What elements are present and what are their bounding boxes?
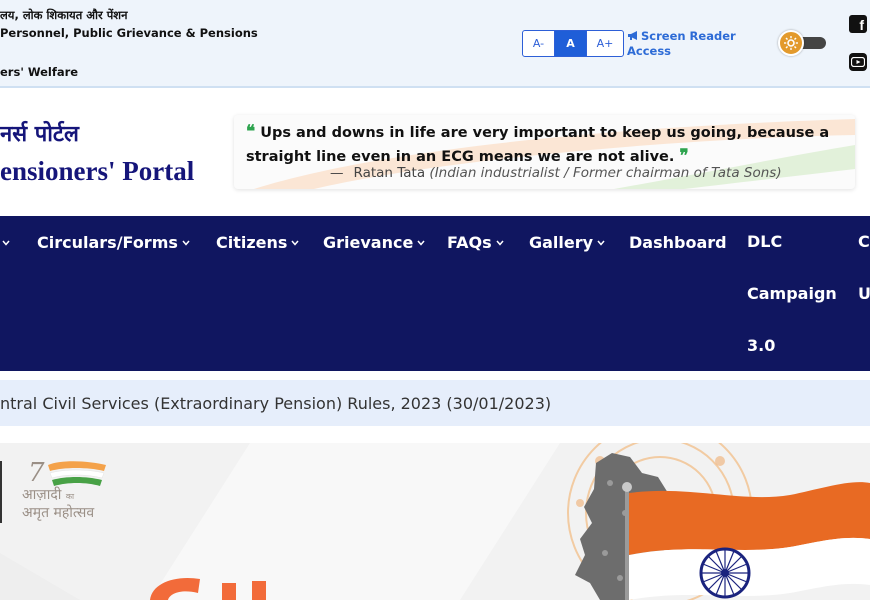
ministry-name-hindi: लय, लोक शिकायत और पेंशन: [0, 8, 128, 22]
chevron-down-icon: [496, 240, 504, 246]
quote-box: ❝ Ups and downs in life are very importa…: [234, 115, 855, 189]
sun-icon: [778, 30, 804, 56]
nav-label-line: DLC: [747, 232, 783, 251]
facebook-icon[interactable]: f: [849, 15, 867, 33]
author-dash: —: [330, 165, 344, 181]
nav-item-dlc-campaign[interactable]: DLC Campaign 3.0: [747, 216, 837, 372]
quote-author-line: — Ratan Tata (Indian industrialist / Form…: [330, 165, 782, 181]
font-normal-button[interactable]: A: [555, 31, 587, 56]
nav-label-line: 3.0: [747, 336, 776, 355]
department-name: ers' Welfare: [0, 65, 79, 79]
main-navigation: Circulars/Forms Citizens Grievance FAQs …: [0, 216, 870, 371]
font-decrease-button[interactable]: A-: [523, 31, 555, 56]
portal-title-hindi[interactable]: नर्स पोर्टल: [0, 118, 79, 148]
theme-toggle[interactable]: [778, 30, 826, 56]
nav-label-line: C: [858, 232, 870, 251]
close-quote-icon: ❞: [679, 146, 689, 166]
site-header: नर्स पोर्टल ensioners' Portal ❝ Ups and …: [0, 88, 870, 216]
nav-label: Gallery: [529, 233, 594, 252]
chevron-down-icon: [291, 240, 300, 246]
news-ticker[interactable]: ntral Civil Services (Extraordinary Pens…: [0, 380, 870, 426]
azadi-ka-amrit-mahotsav-logo: आज़ादी का अमृत महोत्सव: [22, 487, 94, 521]
nav-label: Circulars/Forms: [37, 233, 178, 252]
chevron-down-icon: [182, 240, 190, 246]
youtube-icon[interactable]: [849, 53, 867, 71]
nav-item-circulars-forms[interactable]: Circulars/Forms: [37, 233, 190, 253]
quote-text: ❝ Ups and downs in life are very importa…: [246, 121, 846, 169]
banner-artwork: 7: [0, 443, 870, 600]
screen-reader-access-link[interactable]: Screen Reader Access: [627, 29, 737, 59]
chevron-down-icon: [2, 240, 10, 246]
open-quote-icon: ❝: [246, 122, 256, 142]
chevron-down-icon: [597, 240, 605, 246]
font-increase-button[interactable]: A+: [587, 31, 623, 56]
ticker-text[interactable]: ntral Civil Services (Extraordinary Pens…: [0, 394, 551, 413]
nav-item-faqs[interactable]: FAQs: [447, 233, 504, 253]
nav-label: Grievance: [323, 233, 414, 252]
nav-item-dashboard[interactable]: Dashboard: [629, 233, 727, 253]
quote-body: Ups and downs in life are very important…: [246, 125, 830, 165]
azadi-logo-75: 7: [28, 458, 106, 488]
nav-item-grievance[interactable]: Grievance: [323, 233, 425, 253]
svg-text:7: 7: [28, 458, 45, 488]
amrit-mahotsav-text: अमृत महोत्सव: [22, 505, 95, 521]
portal-title-english[interactable]: ensioners' Portal: [0, 156, 194, 187]
font-size-controls: A- A A+: [522, 30, 624, 57]
nav-label: Dashboard: [629, 233, 727, 252]
nav-item-gallery[interactable]: Gallery: [529, 233, 605, 253]
ministry-name-english: Personnel, Public Grievance & Pensions: [0, 26, 258, 40]
quote-author-role: (Indian industrialist / Former chairman …: [429, 165, 782, 181]
nav-label-line: Campaign: [747, 284, 837, 303]
nav-item-truncated[interactable]: C U: [858, 216, 870, 320]
screen-reader-label: Screen Reader Access: [627, 29, 736, 58]
nav-item-citizens[interactable]: Citizens: [216, 233, 300, 253]
nav-label-line: U: [858, 284, 870, 303]
ka-text: का: [65, 492, 75, 501]
nav-label: Citizens: [216, 233, 288, 252]
megaphone-icon: [628, 31, 637, 40]
nav-item-previous-dropdown[interactable]: [0, 233, 10, 253]
chevron-down-icon: [417, 240, 425, 246]
azadi-text: आज़ादी: [22, 487, 62, 503]
top-bar: लय, लोक शिकायत और पेंशन Personnel, Publi…: [0, 0, 870, 88]
nav-label: FAQs: [447, 233, 492, 252]
hero-banner: 7 आज़ादी का अमृत महोत्सव: [0, 443, 870, 600]
quote-author: Ratan Tata: [353, 165, 426, 181]
